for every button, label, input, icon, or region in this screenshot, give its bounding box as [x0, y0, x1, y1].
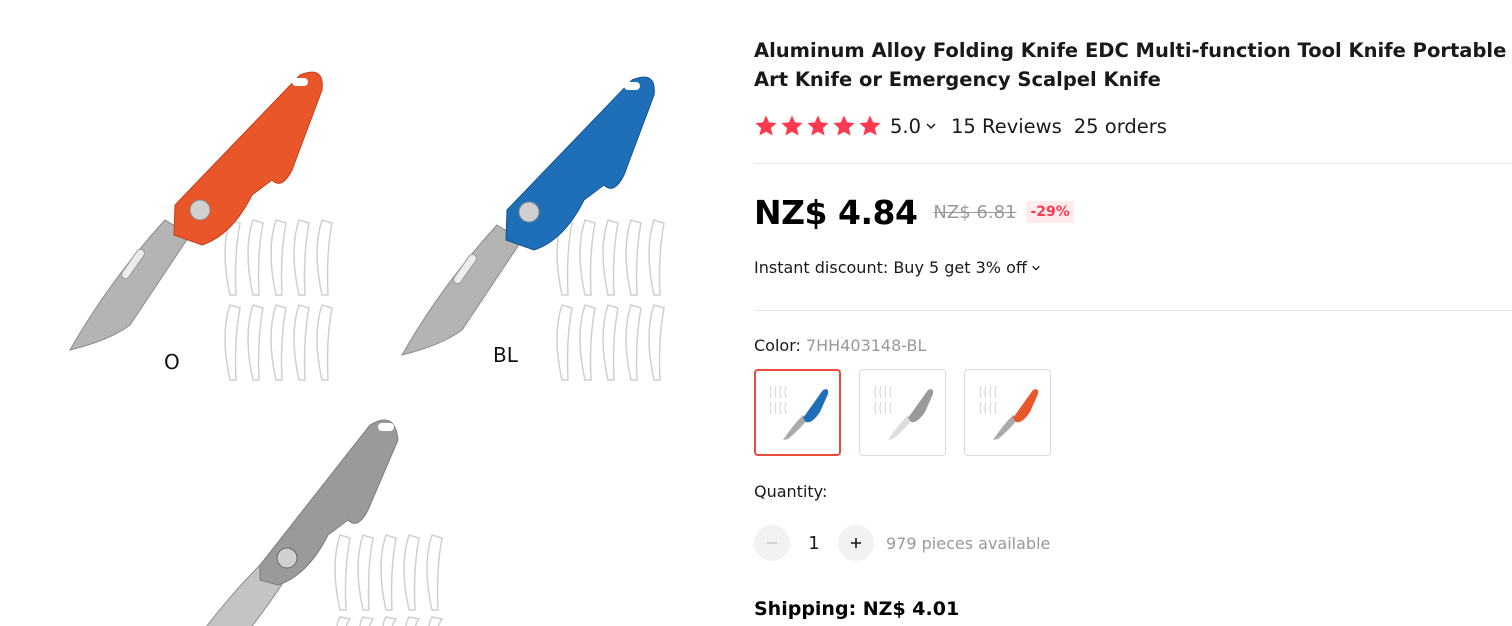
blades-group [334, 534, 444, 626]
color-swatch-gray[interactable] [859, 369, 946, 456]
color-swatch-blue[interactable] [754, 369, 841, 456]
minus-icon [767, 542, 777, 544]
image-label-orange: O [164, 350, 180, 374]
discount-badge: -29% [1026, 201, 1074, 223]
rating-row: 5.0 15 Reviews 25 orders [754, 111, 1167, 141]
product-title: Aluminum Alloy Folding Knife EDC Multi-f… [754, 39, 1507, 91]
chevron-down-icon [1032, 265, 1040, 271]
knife-image-blue[interactable] [392, 60, 682, 390]
color-label: Color: 7HH403148-BL [754, 336, 926, 355]
star-icon [859, 115, 881, 136]
color-label-text: Color: [754, 336, 806, 355]
knife-image-gray[interactable] [190, 405, 480, 626]
reviews-link[interactable]: 15 Reviews [951, 115, 1062, 138]
color-swatches [754, 369, 1051, 456]
color-selected-value: 7HH403148-BL [805, 336, 927, 355]
shipping-cost: Shipping: NZ$ 4.01 [754, 598, 960, 620]
quantity-stepper: 1 979 pieces available [754, 525, 1050, 561]
color-swatch-orange[interactable] [964, 369, 1051, 456]
star-icon [833, 115, 855, 136]
rating-value[interactable]: 5.0 [890, 115, 921, 138]
image-label-blue: BL [493, 343, 518, 367]
quantity-label: Quantity: [754, 482, 828, 501]
instant-discount-text: Instant discount: Buy 5 get 3% off [754, 258, 1027, 277]
plus-icon [851, 538, 861, 548]
knife-thumbnail [874, 385, 933, 440]
star-icon [807, 115, 829, 136]
product-page: O BL Aluminum Alloy Folding Knife EDC Mu… [0, 0, 1512, 626]
blades-group [224, 219, 333, 381]
pieces-available: 979 pieces available [886, 533, 1051, 553]
instant-discount[interactable]: Instant discount: Buy 5 get 3% off [754, 258, 1055, 277]
divider [754, 163, 1512, 164]
blades-group [556, 219, 665, 381]
knife-image-orange[interactable] [60, 60, 350, 390]
star-icon [781, 115, 803, 136]
blade [68, 219, 191, 351]
star-icon [755, 115, 777, 136]
orders-count: 25 orders [1073, 114, 1167, 138]
decrease-quantity-button[interactable] [754, 525, 790, 561]
chevron-down-icon[interactable] [925, 120, 937, 132]
knife-thumbnail [769, 385, 828, 440]
quantity-input[interactable]: 1 [790, 533, 838, 554]
product-image-gallery[interactable]: O BL [0, 0, 740, 626]
knife-thumbnail [979, 385, 1038, 440]
price-row: NZ$ 4.84 NZ$ 6.81 -29% [754, 190, 1074, 234]
blade [400, 224, 523, 356]
rating-stars [754, 114, 882, 138]
divider [754, 310, 1512, 311]
handle [505, 76, 655, 251]
current-price: NZ$ 4.84 [754, 192, 918, 232]
product-info-panel: Aluminum Alloy Folding Knife EDC Multi-f… [754, 0, 1512, 626]
original-price: NZ$ 6.81 [933, 201, 1017, 223]
increase-quantity-button[interactable] [838, 525, 874, 561]
